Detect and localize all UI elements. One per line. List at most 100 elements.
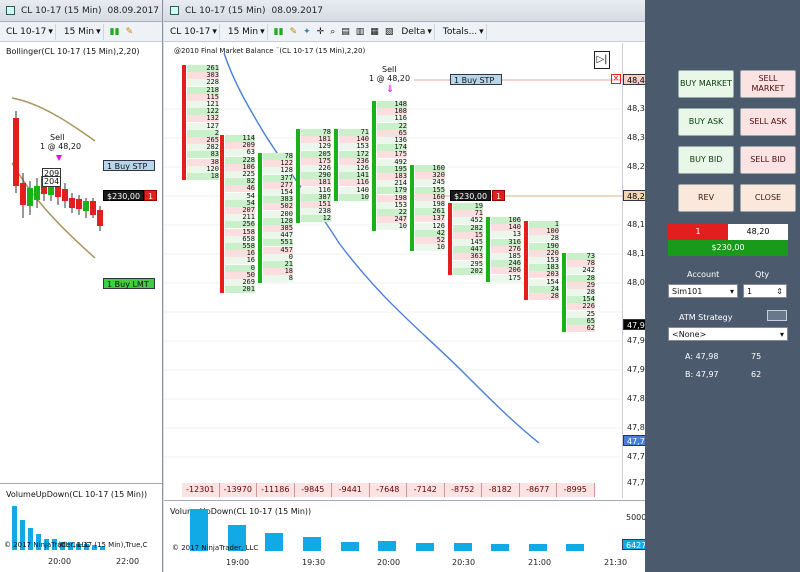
main-copyright: © 2017 NinjaTrader, LLC	[172, 544, 259, 552]
chart-trader-icon[interactable]: ▧	[385, 27, 394, 37]
main-price-pane[interactable]: @2010 Final Market Balance ¨(CL 10-17 (1…	[164, 43, 622, 498]
footprint-cell: 28	[529, 293, 559, 300]
chevron-down-icon: ▾	[48, 26, 53, 37]
chevron-down-icon: ▾	[779, 330, 784, 339]
left-sell-label: Sell	[50, 133, 65, 142]
buy-market-button[interactable]: BUY MARKET	[678, 70, 734, 98]
order-icon[interactable]: ✦	[303, 27, 311, 37]
sell-execution-qty: 1 @ 48,20	[369, 74, 411, 83]
left-price-pane[interactable]: Bollinger(CL 10-17 (15 Min),2,20) Sell 1…	[0, 43, 162, 483]
main-position-pnl[interactable]: $230,00	[450, 190, 492, 201]
footprint-cell: 202	[453, 267, 483, 275]
sell-market-button[interactable]: SELL MARKET	[740, 70, 796, 98]
footprint-candle-body	[220, 135, 224, 294]
left-time-label: 20:00	[48, 557, 72, 566]
left-instrument-select[interactable]: CL 10-17 ▾	[4, 23, 56, 40]
left-candle-chart	[11, 97, 103, 259]
footprint-candle-body	[410, 165, 414, 252]
indicators-icon[interactable]: ▥	[356, 27, 365, 37]
chevron-down-icon: ▾	[427, 26, 432, 37]
time-axis-tick: 21:00	[528, 558, 552, 567]
footprint-candle-body	[182, 65, 186, 181]
delta-menu[interactable]: Delta ▾	[399, 23, 435, 40]
delta-cell: -12301	[182, 483, 220, 497]
atm-settings-button[interactable]	[767, 310, 787, 321]
sell-bid-button[interactable]: SELL BID	[740, 146, 796, 174]
main-buy-stp-order[interactable]: 1 Buy STP	[450, 74, 502, 85]
delta-row: -12301 -13970 -11186 -9845 -9441 -7648 -7142 -8…	[182, 483, 595, 497]
footprint-candle-body	[334, 129, 338, 201]
footprint-candle-body	[258, 153, 262, 283]
main-position-qty[interactable]: 1	[492, 190, 506, 201]
chevron-down-icon: ▾	[729, 287, 734, 296]
account-select[interactable]: Sim101 ▾	[668, 284, 738, 298]
left-buy-stp-order[interactable]: 1 Buy STP	[103, 160, 155, 171]
delta-cell: -13970	[219, 483, 257, 497]
account-label: Account	[687, 270, 720, 279]
time-axis-tick: 20:30	[452, 558, 476, 567]
main-instrument-select[interactable]: CL 10-17 ▾	[168, 23, 220, 40]
delta-cell: -8182	[482, 483, 520, 497]
footprint-cell: 10	[339, 193, 369, 201]
left-titlebar[interactable]: CL 10-17 (15 Min) 08.09.2017	[0, 0, 162, 22]
left-time-label: 22:00	[116, 557, 140, 566]
strategies-icon[interactable]: ▦	[370, 27, 379, 37]
qty-label: Qty	[755, 270, 770, 279]
candlestick-icon[interactable]: ▮▮	[110, 27, 120, 37]
left-volume-pane: VolumeUpDown(CL 10-17 (15 Min)) © 2017 N…	[0, 483, 162, 553]
main-window-date: 08.09.2017	[271, 5, 324, 16]
close-position-button[interactable]: CLOSE	[740, 184, 796, 212]
stepper-icon[interactable]: ⇕	[776, 285, 783, 299]
crosshair-icon[interactable]: ✛	[317, 27, 325, 37]
footprint-cell: 12	[301, 215, 331, 223]
totals-menu[interactable]: Totals... ▾	[441, 23, 487, 40]
qty-stepper[interactable]: 1 ⇕	[743, 284, 787, 298]
atm-strategy-select[interactable]: <None> ▾	[668, 327, 788, 341]
left-overlap-label: (CL 10-17 (15 Min),True,C	[58, 541, 148, 549]
time-axis-tick: 19:00	[226, 558, 250, 567]
main-window-title: CL 10-17 (15 Min)	[185, 5, 266, 16]
left-window-title: CL 10-17 (15 Min)	[21, 5, 102, 16]
left-mini-value: 204	[42, 176, 62, 187]
properties-icon[interactable]: ▤	[341, 27, 350, 37]
buy-ask-button[interactable]: BUY ASK	[678, 108, 734, 136]
chevron-down-icon: ▾	[260, 26, 265, 37]
reverse-button[interactable]: REV	[678, 184, 734, 212]
delta-cell: -9845	[294, 483, 332, 497]
left-position-qty[interactable]: 1	[144, 190, 158, 201]
main-period-select[interactable]: 15 Min ▾	[226, 23, 268, 40]
pencil-icon[interactable]: ✎	[126, 27, 134, 37]
sell-ask-button[interactable]: SELL ASK	[740, 108, 796, 136]
left-window-date: 08.09.2017	[107, 5, 160, 16]
bid-size: 62	[751, 370, 762, 379]
footprint-candle-body	[562, 253, 566, 333]
footprint-cell: 18	[187, 173, 219, 180]
position-qty-display: 1	[668, 224, 728, 240]
time-axis: 19:00 19:30 20:00 20:30 21:00 21:30	[164, 556, 656, 572]
chevron-down-icon: ▾	[479, 26, 484, 37]
left-buy-lmt-order[interactable]: 1 Buy LMT	[103, 278, 155, 289]
footprint-candle-body	[524, 221, 528, 301]
pencil-icon[interactable]: ✎	[290, 27, 298, 37]
buy-bid-button[interactable]: BUY BID	[678, 146, 734, 174]
cancel-order-icon[interactable]: ✕	[611, 74, 621, 84]
chevron-down-icon: ▾	[212, 26, 217, 37]
expand-panel-icon[interactable]: ▷|	[594, 51, 610, 69]
chart-trader-panel: BUY MARKET SELL MARKET BUY ASK SELL ASK …	[645, 0, 800, 572]
footprint-candle-body	[296, 129, 300, 223]
chart-window-icon	[170, 6, 179, 15]
candlestick-icon[interactable]: ▮▮	[274, 27, 284, 37]
left-position-pnl[interactable]: $230,00	[103, 190, 145, 201]
footprint-candle-body	[448, 203, 452, 275]
atm-strategy-label: ATM Strategy	[679, 313, 733, 322]
time-axis-tick: 20:00	[377, 558, 401, 567]
left-period-select[interactable]: 15 Min ▾	[62, 23, 104, 40]
main-volume-pane: VolumeUpDown(CL 10-17 (15 Min)) © 2017 N…	[164, 500, 656, 554]
delta-cell: -7142	[407, 483, 445, 497]
delta-cell: -8677	[519, 483, 557, 497]
left-chart-window: CL 10-17 (15 Min) 08.09.2017 CL 10-17 ▾ 1…	[0, 0, 163, 572]
footprint-cell: 10	[377, 223, 407, 231]
zoom-icon[interactable]: ⌕	[330, 27, 335, 37]
delta-cell: -7648	[369, 483, 407, 497]
sell-arrow-icon: ⇓	[386, 84, 395, 95]
